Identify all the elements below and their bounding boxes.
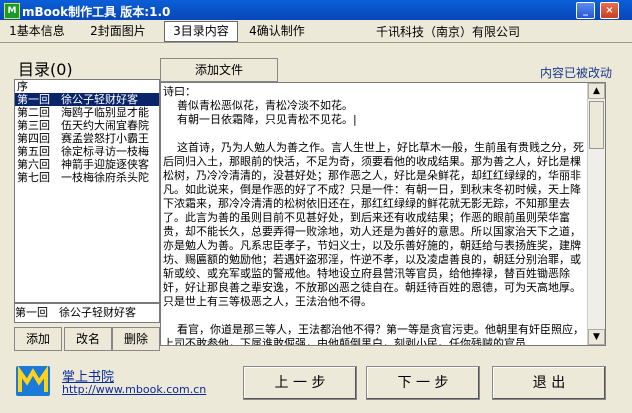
rename-chapter-button[interactable]: 改名 [64, 327, 112, 351]
minimize-button[interactable]: _ [576, 2, 595, 19]
modified-status: 内容已被改动 [539, 66, 612, 80]
directory-list[interactable]: 序 第一回 徐公子轻财好客 第二回 海鸥子临别显才能 第三回 伍天约大闹宜春院 … [14, 79, 160, 303]
app-icon: M [4, 3, 20, 19]
exit-button[interactable]: 退 出 [492, 366, 606, 400]
chapter-name-field[interactable]: 第一回 徐公子轻财好客 [14, 303, 160, 323]
list-item[interactable]: 第七回 一枝梅徐府杀头陀 [15, 171, 159, 184]
next-step-button[interactable]: 下 一 步 [366, 366, 480, 400]
scroll-thumb[interactable] [589, 101, 604, 149]
window-title: mBook制作工具 版本:1.0 [22, 5, 171, 19]
list-item[interactable]: 第四回 赛孟尝怒打小霸王 [15, 132, 159, 145]
list-item[interactable]: 第六回 神箭手迎旋逐侠客 [15, 158, 159, 171]
list-header: 序 [17, 80, 28, 93]
add-chapter-button[interactable]: 添加 [14, 327, 62, 351]
close-button[interactable]: × [600, 2, 619, 19]
tab-directory-content[interactable]: 3目录内容 [164, 21, 238, 42]
editor-text[interactable]: 诗曰： 善似青松恶似花，青松冷淡不如花。 有朝一日依霜降，只见青松不见花。| 这… [163, 85, 585, 345]
list-item[interactable]: 第五回 徐定标寻访一枝梅 [15, 145, 159, 158]
tab-confirm-make[interactable]: 4确认制作 [244, 22, 310, 40]
tab-basic-info[interactable]: 1基本信息 [2, 22, 72, 40]
directory-title: 目录(0) [18, 60, 73, 79]
tab-cover-image[interactable]: 2封面图片 [82, 22, 154, 40]
scroll-up-arrow-icon[interactable]: ▲ [588, 83, 605, 99]
list-item[interactable]: 第一回 徐公子轻财好客 [15, 93, 159, 106]
book-logo-icon [16, 365, 50, 396]
delete-chapter-button[interactable]: 删除 [112, 327, 160, 351]
scroll-down-arrow-icon[interactable]: ▼ [588, 329, 605, 345]
previous-step-button[interactable]: 上 一 步 [243, 366, 357, 400]
add-file-button[interactable]: 添加文件 [160, 58, 278, 82]
title-bar: M mBook制作工具 版本:1.0 _ × [0, 0, 632, 20]
content-editor[interactable]: 诗曰： 善似青松恶似花，青松冷淡不如花。 有朝一日依霜降，只见青松不见花。| 这… [160, 82, 606, 346]
list-item[interactable]: 第二回 海鸥子临别显才能 [15, 106, 159, 119]
editor-scrollbar[interactable]: ▲ ▼ [587, 83, 605, 345]
website-link[interactable]: http://www.mbook.com.cn [62, 383, 206, 396]
company-name: 千讯科技（南京）有限公司 [375, 25, 520, 39]
list-item[interactable]: 第三回 伍天约大闹宜春院 [15, 119, 159, 132]
tab-bar: 1基本信息 2封面图片 3目录内容 4确认制作 千讯科技（南京）有限公司 [0, 20, 632, 43]
